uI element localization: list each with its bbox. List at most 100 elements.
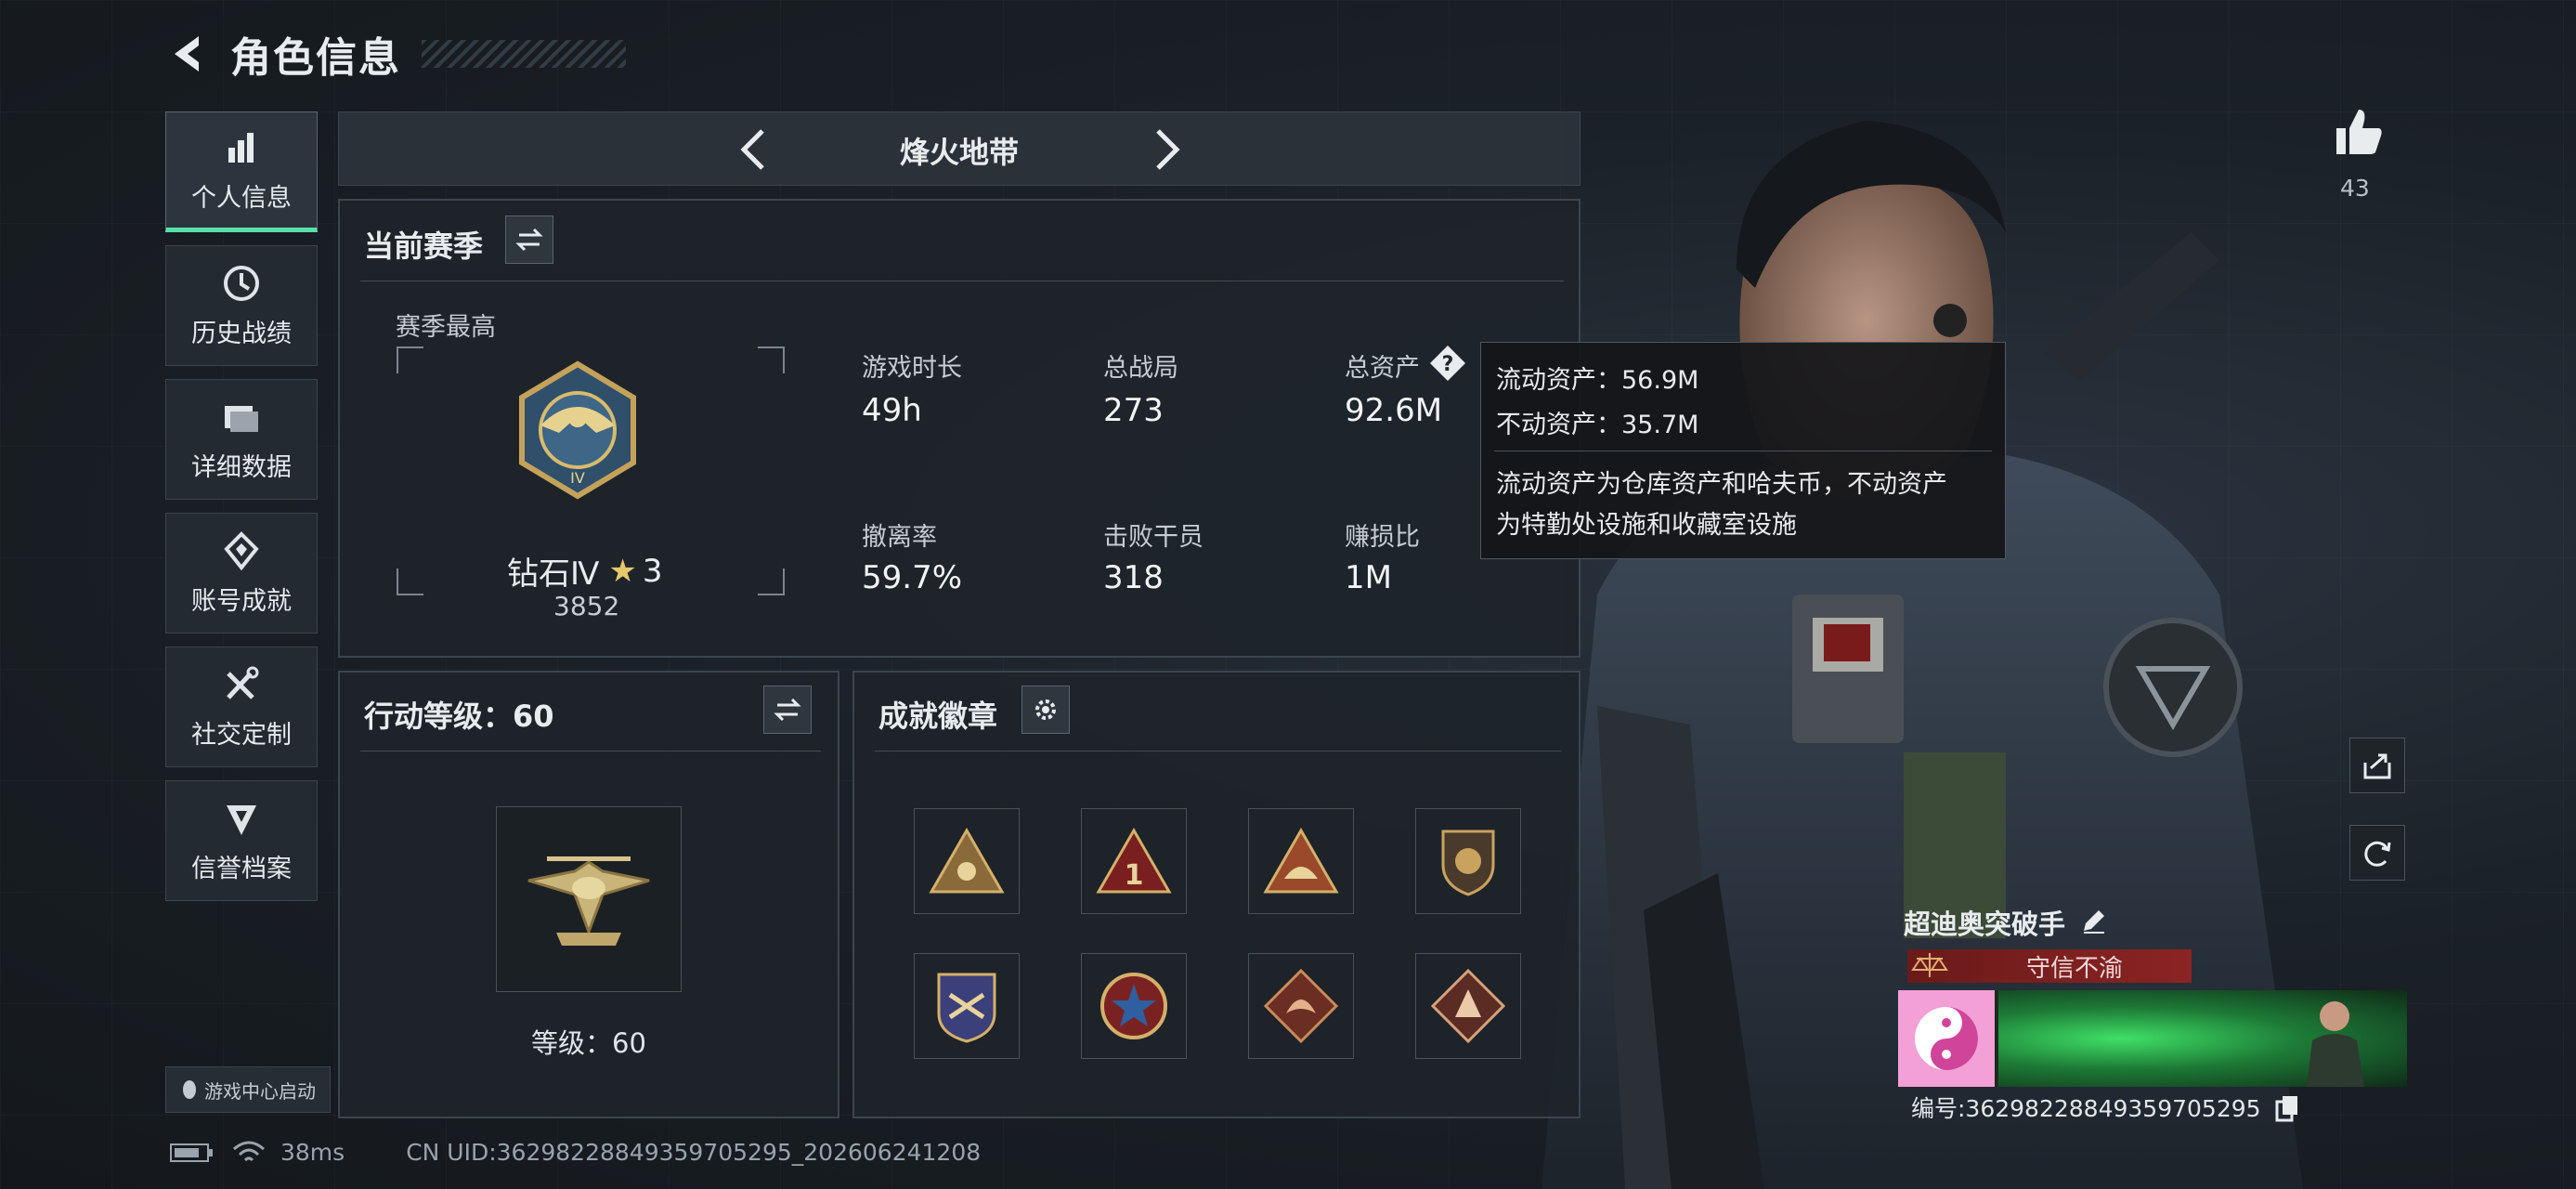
sidebar-item-achievements[interactable]: 账号成就 — [165, 513, 318, 634]
banner-operator-figure — [2307, 1001, 2364, 1087]
game-center-launch-chip[interactable]: 游戏中心启动 — [165, 1066, 331, 1113]
player-title-badge: 守信不渝 — [1907, 949, 2192, 983]
stat-value: 49h — [862, 392, 922, 429]
credit-shield-icon — [227, 804, 256, 835]
season-swap-button[interactable] — [505, 216, 553, 264]
tools-icon — [227, 666, 259, 699]
uid-text: CN UID:36298228849359705295_202606241208 — [406, 1139, 982, 1166]
player-title: 守信不渝 — [2026, 954, 2124, 983]
helicopter-emblem-icon — [527, 856, 650, 946]
stat-value: 273 — [1103, 392, 1164, 429]
rank-score: 3852 — [553, 591, 620, 621]
sidebar-item-label: 信誉档案 — [191, 854, 292, 883]
bar-chart-icon — [228, 132, 254, 163]
yin-yang-avatar-icon — [1915, 1007, 1978, 1070]
sidebar-item-credit-file[interactable]: 信誉档案 — [165, 780, 318, 901]
stat-value: 318 — [1103, 559, 1164, 596]
ping-value: 38ms — [280, 1139, 345, 1166]
action-level-swap-button[interactable] — [763, 686, 812, 734]
action-level-title: 行动等级：60 — [364, 699, 554, 734]
rank-line: 钻石Ⅳ ★ 3 — [507, 548, 663, 594]
qq-penguin-icon — [183, 1080, 196, 1099]
achievement-icon — [224, 530, 259, 570]
season-panel: 当前赛季 赛季最高 IV 钻石Ⅳ ★ 3 3852 游戏时长 49h 总战局 2… — [338, 199, 1581, 658]
rank-name: 钻石Ⅳ — [507, 555, 600, 593]
tooltip-desc-line1: 流动资产为仓库资产和哈夫币，不动资产 — [1496, 470, 1947, 499]
badge-star-medal-icon — [1100, 973, 1167, 1039]
sidebar-item-label: 详细数据 — [191, 452, 292, 482]
chevron-right-icon[interactable] — [1139, 124, 1191, 176]
star-icon: ★ — [608, 552, 637, 590]
badge-slot[interactable]: 1 — [1081, 808, 1187, 914]
copy-icon[interactable] — [2275, 1094, 2299, 1122]
player-id: 编号:3629822884935970529​5 — [1911, 1095, 2261, 1122]
folder-icon — [225, 405, 258, 432]
tooltip-fixed-assets: 不动资产：35.7M — [1496, 411, 1699, 439]
swap-icon — [774, 698, 801, 722]
badge-slot[interactable] — [914, 953, 1020, 1059]
stat-label: 赚损比 — [1345, 523, 1420, 552]
stat-label: 击败干员 — [1103, 523, 1203, 552]
badge-shield-icon — [1441, 830, 1495, 896]
tooltip-liquid-assets: 流动资产：56.9M — [1496, 366, 1699, 395]
stat-label: 撤离率 — [862, 523, 937, 552]
mode-selector: 烽火地带 — [338, 111, 1581, 186]
badges-title: 成就徽章 — [878, 699, 998, 734]
gear-icon — [1035, 699, 1056, 720]
season-best-label: 赛季最高 — [396, 313, 496, 342]
tooltip-desc-line2: 为特勤处设施和收藏室设施 — [1496, 511, 1797, 540]
sidebar-item-label: 社交定制 — [191, 720, 292, 750]
help-icon[interactable]: ? — [1428, 344, 1467, 383]
clock-icon — [224, 265, 259, 301]
badge-helmet-icon — [1263, 827, 1339, 894]
like-count: 43 — [2340, 175, 2370, 202]
sidebar-nav: 个人信息 历史战绩 详细数据 账号成就 社交定制 信誉档案 — [165, 111, 318, 914]
player-name: 超迪奥突破手 — [1904, 908, 2066, 940]
sidebar-item-label: 账号成就 — [191, 586, 292, 616]
sidebar-item-detail-data[interactable]: 详细数据 — [165, 379, 318, 500]
badge-wolf-icon — [1430, 968, 1506, 1044]
player-banner — [1898, 990, 2407, 1087]
badge-settings-button[interactable] — [1021, 686, 1070, 734]
asset-tooltip: 流动资产：56.9M 不动资产：35.7M 流动资产为仓库资产和哈夫币，不动资产… — [1480, 342, 2006, 559]
stat-label: 总资产 — [1345, 354, 1420, 383]
level-label: 等级：60 — [531, 1027, 646, 1059]
svg-text:1: 1 — [1125, 859, 1144, 892]
sidebar-item-social-custom[interactable]: 社交定制 — [165, 647, 318, 767]
rank-stars: 3 — [642, 552, 663, 590]
page-header: 角色信息 — [167, 26, 626, 82]
badge-slot[interactable] — [1415, 953, 1521, 1059]
back-arrow-icon[interactable] — [167, 31, 214, 77]
battery-icon — [170, 1143, 213, 1162]
refresh-button[interactable] — [2349, 825, 2405, 881]
thumbs-up-icon[interactable] — [2331, 104, 2387, 160]
sidebar-item-label: 个人信息 — [191, 183, 292, 213]
edit-pencil-icon[interactable] — [2080, 907, 2108, 934]
badge-slot[interactable] — [1081, 953, 1187, 1059]
badge-slot[interactable] — [914, 808, 1020, 914]
share-button[interactable] — [2349, 738, 2405, 793]
stat-value: 59.7% — [862, 559, 963, 596]
sidebar-item-label: 历史战绩 — [191, 319, 292, 348]
launch-label: 游戏中心启动 — [204, 1079, 316, 1103]
share-icon — [2363, 753, 2391, 779]
title-scale-icon — [1911, 953, 1948, 977]
avatar[interactable] — [1898, 990, 1995, 1087]
svg-text:?: ? — [1442, 353, 1454, 376]
level-emblem-frame — [496, 806, 682, 992]
badge-slot[interactable] — [1415, 808, 1521, 914]
wifi-icon — [233, 1141, 265, 1161]
swap-icon — [515, 228, 543, 252]
badge-triangle-icon — [929, 827, 1005, 894]
sidebar-item-history[interactable]: 历史战绩 — [165, 245, 318, 366]
title-decoration — [422, 40, 626, 68]
refresh-icon — [2364, 841, 2391, 867]
badges-panel: 成就徽章 1 — [852, 671, 1581, 1118]
badge-slot[interactable] — [1248, 808, 1354, 914]
sidebar-item-personal-info[interactable]: 个人信息 — [165, 111, 318, 232]
page-title: 角色信息 — [230, 34, 401, 82]
badge-slot[interactable] — [1248, 953, 1354, 1059]
badge-crest-icon — [937, 973, 996, 1043]
action-level-panel: 行动等级：60 等级：60 — [338, 671, 839, 1118]
season-title: 当前赛季 — [364, 229, 484, 264]
